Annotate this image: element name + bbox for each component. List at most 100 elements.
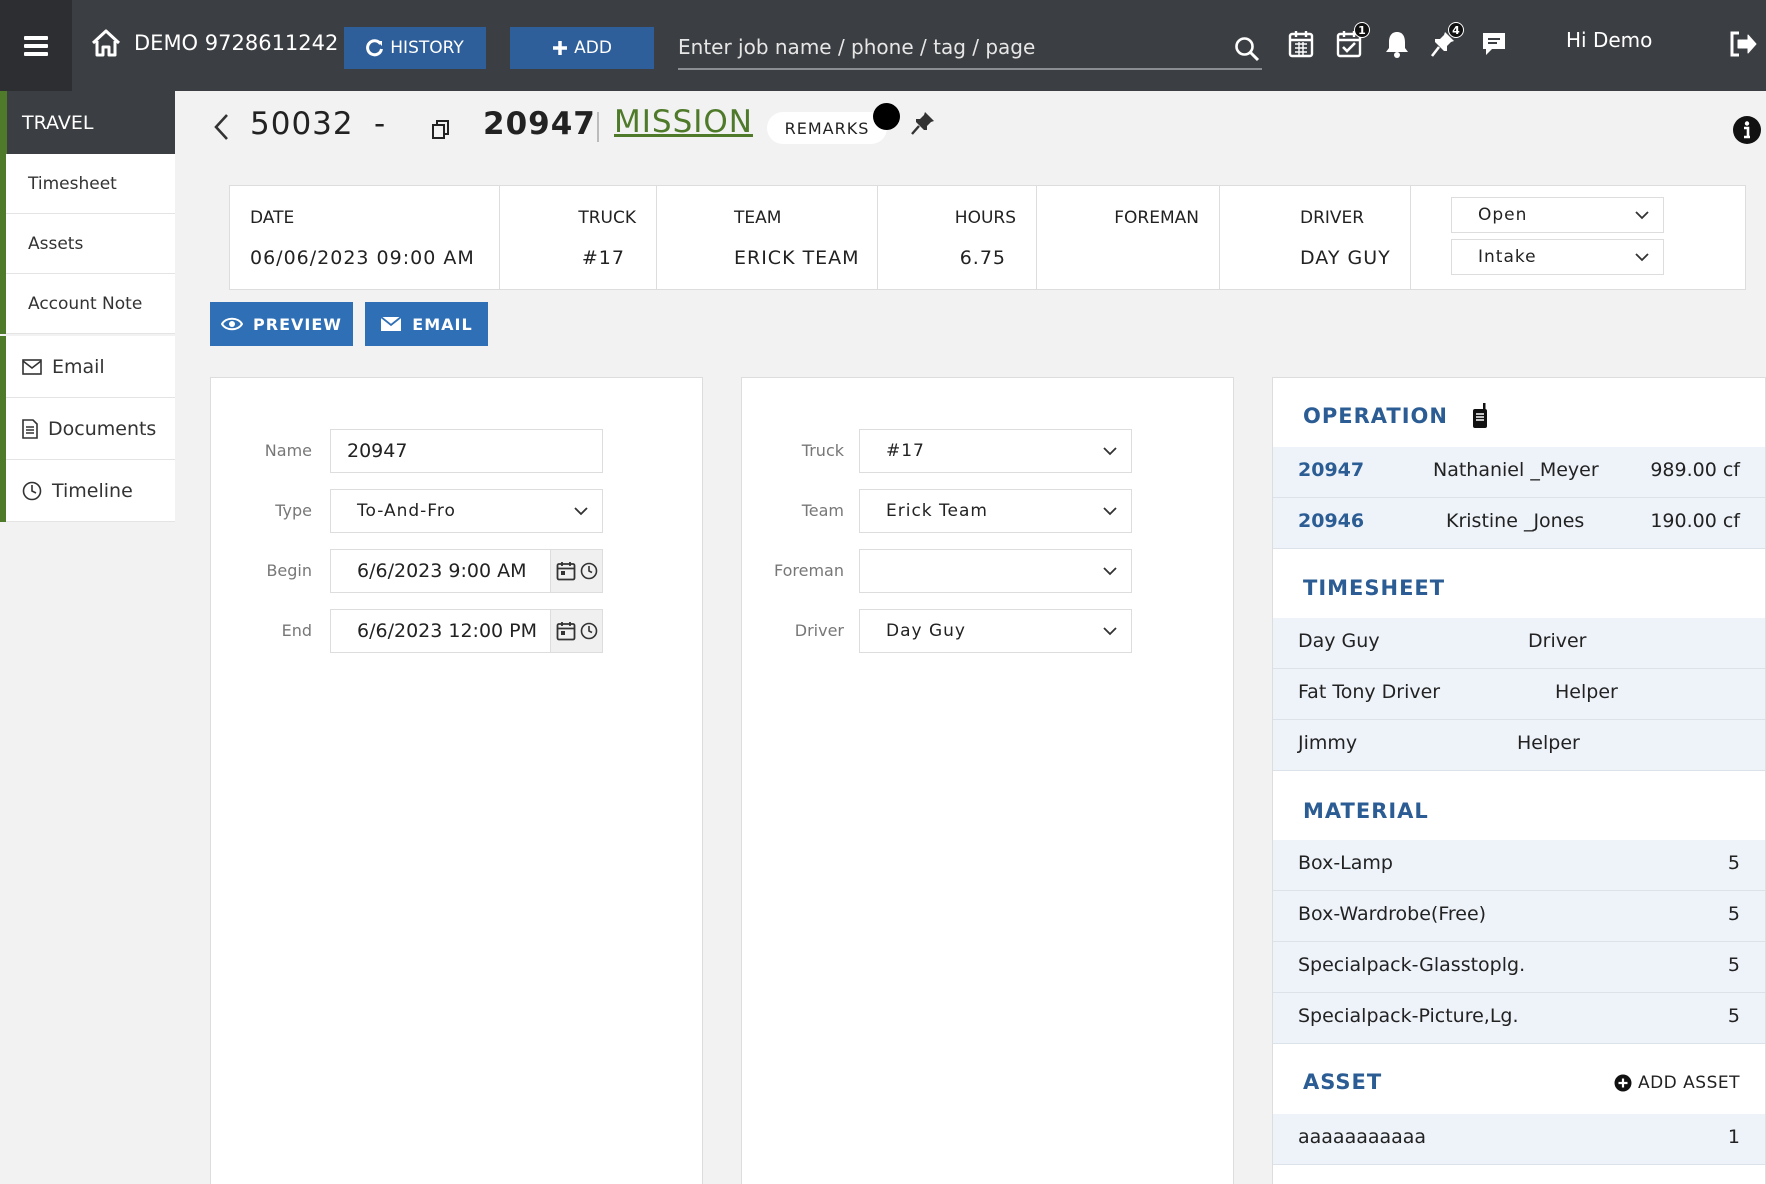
sidebar: TRAVEL Timesheet Assets Account Note Ema… [0,91,175,522]
add-button[interactable]: ADD [510,27,654,69]
title-separator: - [374,106,386,142]
field-label: Foreman [773,561,844,580]
material-item: Box-Wardrobe(Free) [1298,903,1487,925]
stage-select[interactable]: Intake [1451,239,1664,275]
timesheet-section-title: TIMESHEET [1303,576,1446,600]
operation-job[interactable]: 20947 [1298,459,1364,481]
plus-icon [553,41,568,55]
timesheet-row[interactable]: Day Guy Driver [1273,618,1765,669]
calendar-icon [1288,31,1314,58]
sidebar-item-email[interactable]: Email [6,336,175,398]
operation-row[interactable]: 20947 Nathaniel _Meyer 989.00 cf [1273,447,1765,498]
sidebar-item-timeline[interactable]: Timeline [6,460,175,522]
logout-button[interactable] [1728,30,1758,62]
add-asset-button[interactable]: ADD ASSET [1614,1073,1740,1093]
asset-item: aaaaaaaaaaa [1298,1126,1427,1148]
sidebar-item-timesheet[interactable]: Timesheet [6,154,175,214]
email-button[interactable]: EMAIL [365,302,488,346]
clock-icon[interactable] [580,562,598,580]
clock-icon[interactable] [580,622,598,640]
pins-badge: 4 [1448,22,1464,38]
crew-panel: Truck #17 Team Erick Team Foreman Driver… [741,377,1234,1184]
company-home-link[interactable]: DEMO 9728611242 [90,28,338,58]
sidebar-header-travel[interactable]: TRAVEL [0,91,175,154]
driver-field-row: Driver Day Guy [742,609,1233,653]
sidebar-subnav: Timesheet Assets Account Note [0,154,175,334]
walkie-talkie-icon[interactable] [1470,403,1490,429]
calendar-button[interactable] [1288,30,1314,62]
user-greeting[interactable]: Hi Demo [1566,28,1652,52]
status-select[interactable]: Open [1451,197,1664,233]
top-bar: DEMO 9728611242 HISTORY ADD 1 4 Hi Demo [0,0,1766,91]
name-input[interactable]: 20947 [330,429,603,473]
type-select[interactable]: To-And-Fro [330,489,603,533]
clock-icon [22,481,42,500]
preview-button[interactable]: PREVIEW [210,302,353,346]
pushpin-icon[interactable] [910,110,936,136]
operation-volume: 989.00 cf [1650,459,1740,481]
timesheet-row[interactable]: Fat Tony Driver Helper [1273,669,1765,720]
material-qty: 5 [1727,1005,1740,1027]
material-row[interactable]: Box-Lamp 5 [1273,840,1765,891]
begin-field-row: Begin 6/6/2023 9:00 AM [211,549,702,593]
truck-select[interactable]: #17 [859,429,1132,473]
remarks-button[interactable]: REMARKS [767,112,887,144]
timesheet-row[interactable]: Jimmy Helper [1273,720,1765,771]
sidebar-item-label: Email [52,355,105,378]
chevron-down-icon [1103,507,1117,516]
pins-button[interactable]: 4 [1430,22,1464,62]
name-field-row: Name 20947 [211,429,702,473]
sidebar-item-documents[interactable]: Documents [6,398,175,460]
search-box [678,28,1262,70]
search-input[interactable] [678,28,1218,66]
info-icon[interactable] [1732,115,1762,145]
summary-label: DATE [250,208,295,228]
chevron-down-icon [1635,211,1649,220]
calendar-icon[interactable] [556,621,576,641]
operation-job[interactable]: 20946 [1298,510,1364,532]
job-overview-panel: OPERATION 20947 Nathaniel _Meyer 989.00 … [1272,377,1766,1184]
type-value: To-And-Fro [357,501,456,521]
sidebar-item-account-note[interactable]: Account Note [6,274,175,334]
begin-datetime-input[interactable]: 6/6/2023 9:00 AM [330,549,603,593]
calendar-icon[interactable] [556,561,576,581]
end-datetime-input[interactable]: 6/6/2023 12:00 PM [330,609,603,653]
material-row[interactable]: Specialpack-Picture,Lg. 5 [1273,993,1765,1044]
team-select[interactable]: Erick Team [859,489,1132,533]
material-row[interactable]: Box-Wardrobe(Free) 5 [1273,891,1765,942]
sidebar-item-assets[interactable]: Assets [6,214,175,274]
bell-icon [1386,32,1408,58]
material-qty: 5 [1727,954,1740,976]
summary-value: 6.75 [959,247,1006,269]
material-item: Box-Lamp [1298,852,1393,874]
field-label: End [281,621,312,640]
operation-row[interactable]: 20946 Kristine _Jones 190.00 cf [1273,498,1765,549]
summary-label: FOREMAN [1114,208,1199,228]
copy-icon[interactable] [432,120,450,140]
summary-label: HOURS [954,208,1016,228]
envelope-icon [380,316,402,331]
job-summary-strip: DATE 06/06/2023 09:00 AM TRUCK #17 TEAM … [229,185,1746,290]
history-button[interactable]: HISTORY [344,27,486,69]
mission-link[interactable]: MISSION [614,104,753,140]
material-row[interactable]: Specialpack-Glasstoplg. 5 [1273,942,1765,993]
job-number: 20947 [483,106,596,142]
material-item: Specialpack-Glasstoplg. [1298,954,1526,976]
chevron-down-icon [1635,253,1649,262]
messages-button[interactable] [1480,30,1508,62]
back-chevron-icon[interactable] [212,112,232,142]
summary-date: DATE 06/06/2023 09:00 AM [230,186,500,289]
add-label: ADD [574,38,612,58]
driver-select[interactable]: Day Guy [859,609,1132,653]
menu-button[interactable] [0,0,72,91]
material-qty: 5 [1727,852,1740,874]
foreman-select[interactable] [859,549,1132,593]
notifications-button[interactable] [1384,30,1410,62]
tasks-button[interactable]: 1 [1336,22,1370,62]
title-divider [597,112,599,142]
asset-row[interactable]: aaaaaaaaaaa 1 [1273,1114,1765,1165]
foreman-field-row: Foreman [742,549,1233,593]
search-icon[interactable] [1234,36,1260,62]
material-section-title: MATERIAL [1303,799,1429,823]
summary-driver: DRIVER DAY GUY [1220,186,1411,289]
